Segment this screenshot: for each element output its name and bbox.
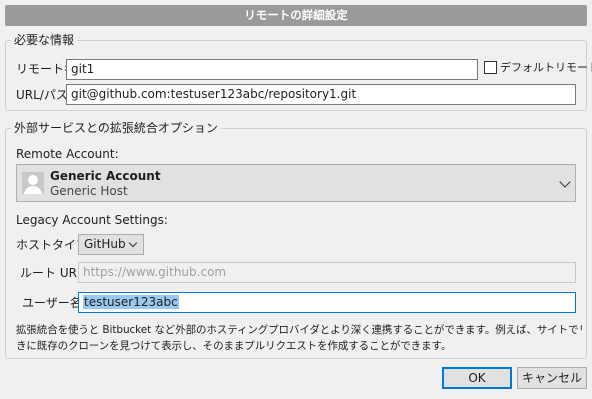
default-remote-label[interactable]: デフォルトリモート	[500, 60, 592, 76]
remote-account-select[interactable]: Generic Account Generic Host	[16, 164, 576, 202]
host-type-value: GitHub	[84, 237, 126, 251]
dialog-title: リモートの詳細設定	[5, 5, 587, 26]
username-input[interactable]: testuser123abc	[78, 292, 576, 313]
remote-account-label: Remote Account:	[16, 147, 119, 161]
integration-info-line-1: 拡張統合を使うと Bitbucket など外部のホスティングプロバイダとより深く…	[16, 324, 582, 336]
username-value: testuser123abc	[83, 295, 179, 309]
ok-button[interactable]: OK	[442, 367, 512, 389]
remote-name-value: git1	[71, 62, 95, 76]
chevron-down-icon	[128, 238, 138, 248]
account-name: Generic Account	[50, 169, 161, 183]
username-label: ユーザー名:	[22, 296, 86, 310]
required-info-legend: 必要な情報	[11, 33, 78, 47]
host-type-dropdown[interactable]: GitHub	[78, 234, 144, 255]
integration-info-line-2: きに既存のクローンを見つけて表示し、そのままプルリクエストを作成することができま…	[16, 340, 452, 352]
url-path-input[interactable]: git@github.com:testuser123abc/repository…	[66, 84, 576, 105]
avatar-icon	[22, 172, 44, 194]
url-path-value: git@github.com:testuser123abc/repository…	[71, 87, 357, 101]
integration-legend: 外部サービスとの拡張統合オプション	[11, 121, 221, 135]
root-url-value: https://www.github.com	[83, 265, 227, 279]
root-url-input[interactable]: https://www.github.com	[78, 262, 576, 283]
cancel-button[interactable]: キャンセル	[517, 367, 587, 389]
remote-name-input[interactable]: git1	[66, 59, 478, 80]
default-remote-checkbox[interactable]	[484, 61, 497, 74]
remote-settings-dialog: リモートの詳細設定 必要な情報 リモート名: git1 デフォルトリモート UR…	[0, 0, 592, 399]
account-host: Generic Host	[50, 184, 128, 198]
chevron-down-icon	[559, 176, 571, 188]
url-path-label: URL/パス:	[16, 88, 72, 102]
legacy-settings-label: Legacy Account Settings:	[16, 213, 168, 227]
